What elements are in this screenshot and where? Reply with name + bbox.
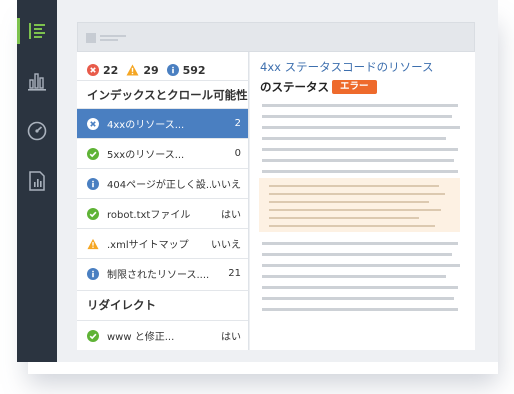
row-value: 2 — [234, 118, 241, 129]
row-value: いいえ — [211, 180, 241, 191]
report-icon[interactable] — [26, 170, 48, 192]
error-count[interactable]: 22 — [87, 64, 118, 77]
status-badge: エラー — [332, 80, 377, 94]
issue-row-4xx[interactable]: 4xxのリソース... 2 — [77, 108, 248, 138]
row-label: 制限されたリソース.... — [107, 270, 210, 281]
row-label: 404ページが正しく設... — [107, 180, 211, 191]
row-value: いいえ — [211, 240, 241, 251]
detail-title: 4xx ステータスコードのリソース — [260, 60, 434, 74]
issue-row-www[interactable]: www と修正... はい — [77, 320, 248, 350]
error-count-value: 22 — [103, 63, 119, 77]
warning-count-value: 29 — [143, 63, 159, 77]
error-icon — [87, 117, 99, 130]
window-titlebar — [77, 22, 475, 52]
app-sidebar — [17, 0, 57, 362]
check-icon — [87, 329, 99, 342]
bar-chart-icon[interactable] — [26, 70, 48, 92]
issue-row-5xx[interactable]: 5xxのリソース... 0 — [77, 138, 248, 168]
row-label: .xmlサイトマップ — [107, 240, 189, 251]
issue-counts: 22 29 592 — [87, 60, 214, 80]
info-icon — [87, 267, 99, 280]
section-indexing: インデックスとクロール可能性 — [77, 80, 249, 108]
issue-row-404[interactable]: 404ページが正しく設... いいえ — [77, 168, 248, 198]
warning-icon — [126, 64, 139, 76]
section-redirects: リダイレクト — [77, 290, 249, 318]
list-icon[interactable] — [26, 20, 48, 42]
issue-row-sitemap[interactable]: .xmlサイトマップ いいえ — [77, 228, 248, 258]
check-icon — [87, 207, 99, 220]
row-value: 21 — [228, 268, 241, 279]
info-icon — [166, 64, 179, 76]
row-value: はい — [221, 332, 241, 343]
code-example-placeholder — [259, 178, 460, 232]
info-count-value: 592 — [182, 63, 206, 77]
warning-icon — [87, 238, 99, 249]
window-icon — [86, 33, 96, 43]
issue-row-robots[interactable]: robot.txtファイル はい — [77, 198, 248, 228]
row-value: はい — [221, 210, 241, 221]
gauge-icon[interactable] — [26, 120, 48, 142]
row-value: 0 — [234, 148, 241, 159]
recommendation-placeholder — [262, 242, 462, 319]
warning-count[interactable]: 29 — [126, 63, 159, 77]
info-icon — [87, 177, 99, 190]
title-placeholder — [100, 39, 118, 41]
issue-detail-pane: 4xx ステータスコードのリソース のステータス エラー — [250, 52, 475, 350]
issues-list-pane: 22 29 592 インデックスとクロール可能性 4xxのリソース... 2 5… — [77, 52, 249, 350]
error-icon — [87, 64, 99, 76]
info-count[interactable]: 592 — [166, 63, 206, 77]
row-label: 5xxのリソース... — [107, 150, 185, 161]
check-icon — [87, 147, 99, 160]
detail-subtitle: のステータス — [260, 80, 329, 94]
active-indicator — [17, 18, 20, 44]
row-label: www と修正... — [107, 332, 175, 343]
row-label: robot.txtファイル — [107, 210, 191, 221]
row-label: 4xxのリソース... — [107, 120, 185, 131]
title-placeholder — [100, 35, 126, 37]
issue-row-restricted[interactable]: 制限されたリソース.... 21 — [77, 258, 248, 288]
